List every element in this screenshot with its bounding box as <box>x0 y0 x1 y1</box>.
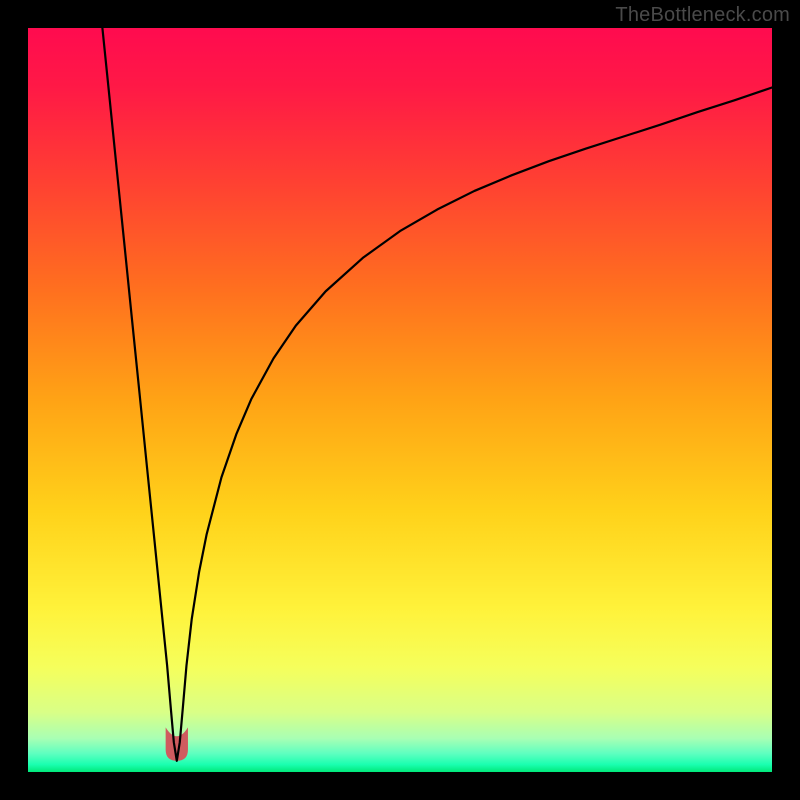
chart-frame: TheBottleneck.com <box>0 0 800 800</box>
chart-svg <box>28 28 772 772</box>
watermark-text: TheBottleneck.com <box>615 4 790 27</box>
plot-area <box>28 28 772 772</box>
